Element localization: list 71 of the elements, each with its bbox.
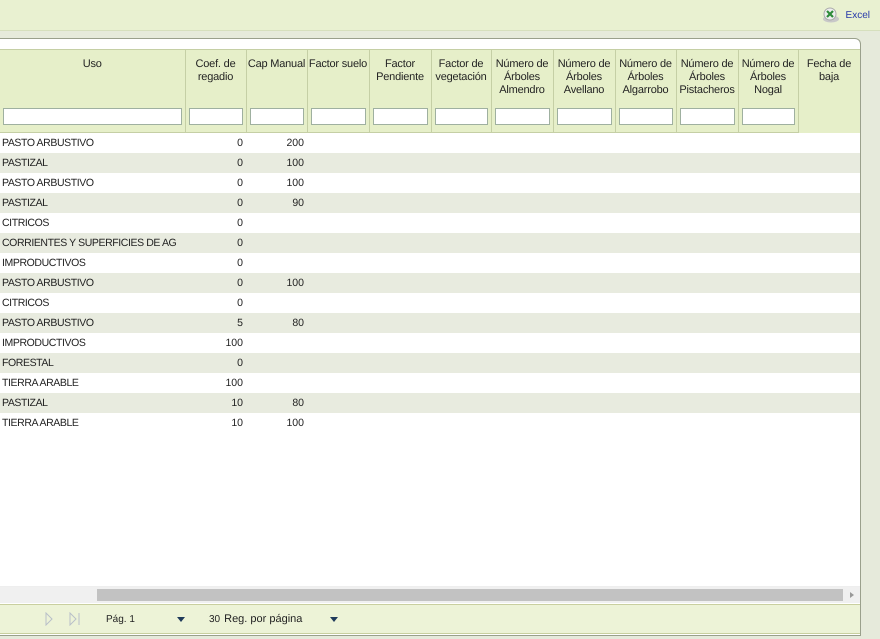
table-cell: 0 [237, 137, 243, 149]
column-header[interactable]: Uso [0, 50, 185, 101]
table-cell: 100 [286, 177, 304, 189]
table-cell: 0 [237, 217, 243, 229]
filter-field[interactable] [680, 108, 734, 125]
filter-field[interactable] [372, 108, 428, 125]
table-cell: 80 [292, 397, 304, 409]
excel-icon [822, 7, 840, 23]
table-cell: PASTO ARBUSTIVO [2, 317, 94, 329]
table-cell: TIERRA ARABLE [2, 417, 78, 429]
horizontal-scrollbar[interactable] [0, 586, 860, 603]
table-cell: PASTIZAL [2, 157, 48, 169]
table-cell: PASTO ARBUSTIVO [2, 177, 94, 189]
column-header[interactable]: Número de Árboles Nogal [738, 50, 798, 101]
column-header[interactable]: Número de Árboles Algarrobo [615, 50, 676, 101]
table-cell: 0 [237, 257, 243, 269]
column-header[interactable]: Cap Manual [246, 50, 307, 101]
table-cell: IMPRODUCTIVOS [2, 257, 86, 269]
column-header[interactable]: Factor Pendiente [369, 50, 431, 101]
caret-icon[interactable] [177, 616, 185, 622]
filter-field[interactable] [556, 108, 612, 125]
table-cell: FORESTAL [2, 357, 54, 369]
scrollbar-thumb[interactable] [97, 589, 843, 601]
page-dropdown[interactable]: Pág. 1 [96, 614, 171, 624]
table-cell: CITRICOS [2, 297, 49, 309]
table-cell: 10 [231, 417, 243, 429]
table-cell: 0 [237, 277, 243, 289]
filter-field[interactable] [250, 108, 304, 125]
table-cell: 200 [286, 137, 304, 149]
table-cell: 100 [286, 417, 304, 429]
table-cell: 80 [292, 317, 304, 329]
table-cell: 10 [231, 397, 243, 409]
table-cell: 0 [237, 157, 243, 169]
table-cell: PASTIZAL [2, 397, 48, 409]
table-cell: TIERRA ARABLE [2, 377, 78, 389]
page-size-dropdown[interactable]: 30 [199, 614, 220, 624]
column-header[interactable]: Factor suelo [307, 50, 369, 101]
column-header[interactable]: Número de Árboles Pistacheros [676, 50, 738, 101]
filter-field[interactable] [434, 108, 488, 125]
table-cell: 0 [237, 237, 243, 249]
filter-field[interactable] [310, 108, 366, 125]
filter-field[interactable] [742, 108, 794, 125]
page-size-label: Reg. por página [224, 613, 304, 625]
table-cell: PASTIZAL [2, 197, 48, 209]
table-cell: CORRIENTES Y SUPERFICIES DE AG [2, 237, 176, 249]
filter-field[interactable] [618, 108, 672, 125]
table-cell: 0 [237, 357, 243, 369]
column-header[interactable]: Fecha de baja [798, 50, 860, 132]
column-header[interactable]: Número de Árboles Avellano [553, 50, 615, 101]
filter-field[interactable] [3, 108, 182, 125]
caret-icon[interactable] [330, 616, 338, 622]
column-header[interactable]: Factor de vegetación [431, 50, 491, 101]
column-header[interactable]: Número de Árboles Almendro [491, 50, 553, 101]
table-cell: 100 [225, 377, 243, 389]
table-cell: 100 [286, 157, 304, 169]
table-cell: 0 [237, 297, 243, 309]
column-header[interactable]: Coef. de regadio [185, 50, 246, 101]
excel-export-button[interactable]: Excel [822, 7, 870, 23]
table-cell: PASTO ARBUSTIVO [2, 137, 94, 149]
table-cell: 90 [292, 197, 304, 209]
table-cell: 5 [237, 317, 243, 329]
filter-field[interactable] [188, 108, 242, 125]
scroll-right-icon[interactable] [848, 591, 856, 599]
filter-field[interactable] [494, 108, 550, 125]
table-cell: PASTO ARBUSTIVO [2, 277, 94, 289]
table-cell: 100 [225, 337, 243, 349]
table-cell: CITRICOS [2, 217, 49, 229]
table-cell: 0 [237, 177, 243, 189]
table-cell: 0 [237, 197, 243, 209]
table-cell: 100 [286, 277, 304, 289]
table-cell: IMPRODUCTIVOS [2, 337, 86, 349]
